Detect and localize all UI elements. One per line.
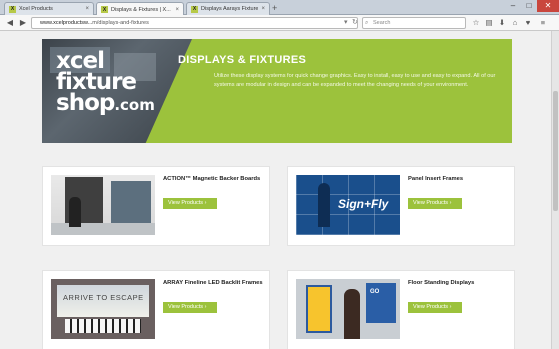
image-caption: ARRIVE TO ESCAPE xyxy=(63,293,144,302)
reload-icon[interactable]: ↻ xyxy=(352,17,358,29)
tab-label: Displays & Fixtures | X... xyxy=(111,6,171,13)
page-description: Utilize these display systems for quick … xyxy=(214,73,496,88)
product-name[interactable]: Panel Insert Frames xyxy=(408,176,463,182)
product-name[interactable]: Floor Standing Displays xyxy=(408,280,474,286)
product-image[interactable]: Sign+Fly xyxy=(296,175,400,235)
new-tab-button[interactable]: + xyxy=(272,2,277,14)
navigation-bar: ◀ ▶ www.xcelproductsw...m/displays-and-f… xyxy=(0,15,559,31)
close-tab-icon[interactable]: × xyxy=(175,7,179,13)
product-card: Sign+Fly Panel Insert Frames View Produc… xyxy=(287,166,515,246)
close-tab-icon[interactable]: × xyxy=(85,6,89,12)
window-close-button[interactable]: ✕ xyxy=(537,0,559,12)
url-path: m/displays-and-fixtures xyxy=(92,20,149,26)
tab-label: Displays Aarays Fixtures | X... xyxy=(201,6,259,12)
tab-displays-arrays[interactable]: X Displays Aarays Fixtures | X... × xyxy=(186,2,270,15)
search-icon: ⌕ xyxy=(365,20,369,26)
view-products-button[interactable]: View Products › xyxy=(408,302,462,313)
search-input[interactable]: ⌕ Search xyxy=(362,17,466,29)
product-card: ARRIVE TO ESCAPE ARRAY Fineline LED Back… xyxy=(42,270,270,349)
back-icon[interactable]: ◀ xyxy=(4,17,16,29)
reading-list-icon[interactable]: ▤ xyxy=(484,17,494,29)
pocket-icon[interactable]: ♥ xyxy=(523,17,533,29)
tab-label: Xcel Products xyxy=(19,6,53,12)
product-name[interactable]: ACTION™ Magnetic Backer Boards xyxy=(163,176,260,182)
bookmark-star-icon[interactable]: ☆ xyxy=(471,17,481,29)
forward-icon[interactable]: ▶ xyxy=(17,17,29,29)
menu-icon[interactable]: ≡ xyxy=(538,17,548,29)
url-host: www.xcelproductsw... xyxy=(40,20,93,26)
product-image[interactable]: GO xyxy=(296,279,400,339)
maximize-button[interactable]: □ xyxy=(521,0,537,12)
product-name[interactable]: ARRAY Fineline LED Backlit Frames xyxy=(163,280,263,286)
image-caption: GO xyxy=(370,289,380,295)
logo-word: shop xyxy=(56,90,115,116)
product-card: ACTION™ Magnetic Backer Boards View Prod… xyxy=(42,166,270,246)
page-title: DISPLAYS & FIXTURES xyxy=(178,54,307,66)
view-products-button[interactable]: View Products › xyxy=(408,198,462,209)
tab-xcel-products[interactable]: X Xcel Products × xyxy=(4,2,94,15)
product-image[interactable] xyxy=(51,175,155,235)
logo-line-3: shop.com xyxy=(56,90,155,116)
favicon-icon: X xyxy=(101,6,108,13)
view-products-button[interactable]: View Products › xyxy=(163,198,217,209)
download-icon[interactable]: ⬇ xyxy=(497,17,507,29)
close-tab-icon[interactable]: × xyxy=(261,6,265,12)
vertical-scrollbar[interactable] xyxy=(551,31,559,349)
home-icon[interactable]: ⌂ xyxy=(510,17,520,29)
dropdown-icon[interactable]: ▾ xyxy=(344,17,348,29)
tab-strip: X Xcel Products × X Displays & Fixtures … xyxy=(0,0,559,16)
site-logo[interactable]: xcel fixture shop.com xyxy=(56,50,155,116)
page-viewport: xcel fixture shop.com DISPLAYS & FIXTURE… xyxy=(0,31,551,349)
scrollbar-thumb[interactable] xyxy=(553,91,558,211)
favicon-icon: X xyxy=(9,5,16,13)
product-card: GO Floor Standing Displays View Products… xyxy=(287,270,515,349)
hero-banner: xcel fixture shop.com DISPLAYS & FIXTURE… xyxy=(42,39,512,143)
logo-suffix: .com xyxy=(114,96,155,114)
search-placeholder: Search xyxy=(373,20,391,26)
address-bar[interactable]: www.xcelproductsw...m/displays-and-fixtu… xyxy=(31,17,358,29)
image-caption: Sign+Fly xyxy=(338,197,389,211)
favicon-icon: X xyxy=(191,5,198,13)
view-products-button[interactable]: View Products › xyxy=(163,302,217,313)
minimize-button[interactable]: – xyxy=(505,0,521,12)
product-image[interactable]: ARRIVE TO ESCAPE xyxy=(51,279,155,339)
tab-displays-fixtures[interactable]: X Displays & Fixtures | X... × xyxy=(96,2,184,16)
